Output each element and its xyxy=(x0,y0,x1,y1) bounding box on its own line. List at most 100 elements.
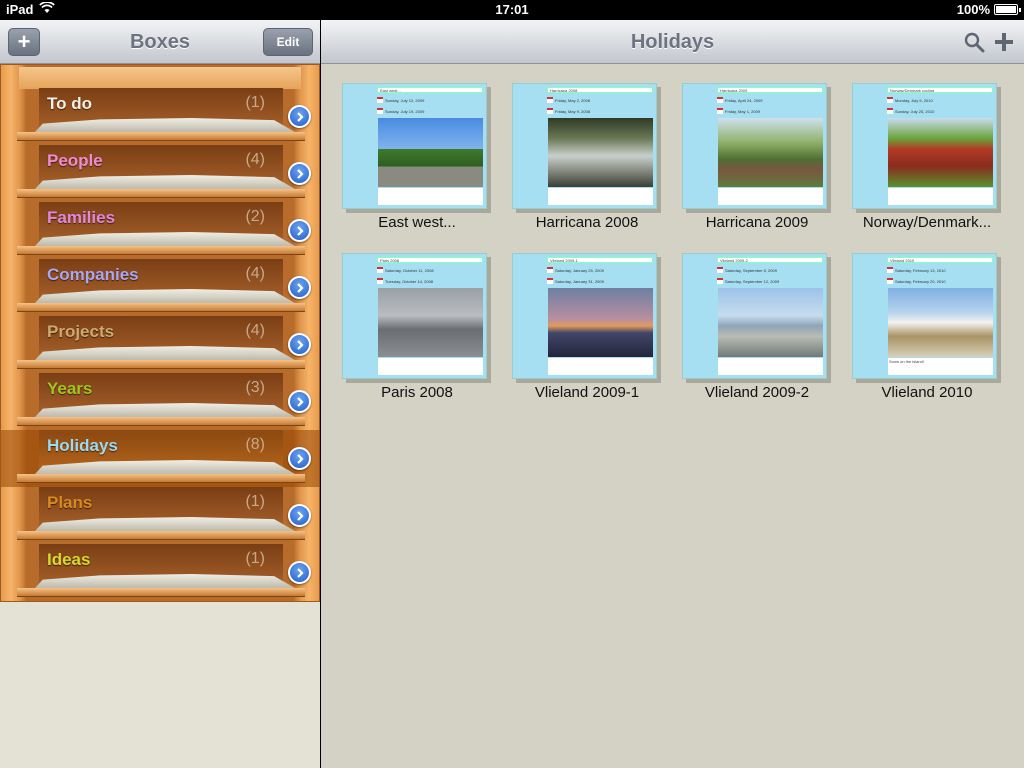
shelf-top xyxy=(19,67,301,89)
card-thumbnail: Paris 2008 Saturday, October 11, 2008 Tu… xyxy=(342,253,487,379)
box-row-projects[interactable]: Projects (4) xyxy=(1,316,321,373)
start-date-text: Saturday, September 5, 2009 xyxy=(725,267,777,273)
box-row-companies[interactable]: Companies (4) xyxy=(1,259,321,316)
calendar-icon xyxy=(717,97,723,103)
card-notes xyxy=(718,358,823,375)
box-label: Plans xyxy=(47,493,93,512)
holiday-card-6[interactable]: Vlieland 2009-1 Saturday, January 25, 20… xyxy=(491,234,657,401)
holiday-card-5[interactable]: Paris 2008 Saturday, October 11, 2008 Tu… xyxy=(321,234,487,401)
card-thumbnail: Vlieland 2009-1 Saturday, January 25, 20… xyxy=(512,253,657,379)
disclosure-button[interactable] xyxy=(288,390,311,413)
end-date-text: Friday, May 1, 2009 xyxy=(725,108,761,114)
box-label: People xyxy=(47,151,103,170)
end-date-text: Saturday, February 20, 2010 xyxy=(895,278,946,284)
box-count: (8) xyxy=(245,436,265,453)
battery-icon xyxy=(994,4,1021,15)
box-count: (3) xyxy=(245,379,265,396)
calendar-icon xyxy=(717,267,723,273)
status-bar: iPad 17:01 100% xyxy=(0,0,1024,20)
shelf-plank xyxy=(17,246,305,255)
box-row-ideas[interactable]: Ideas (1) xyxy=(1,544,321,601)
card-start-date: Friday, May 2, 2008 xyxy=(547,97,590,103)
calendar-icon xyxy=(547,108,553,114)
box-label: Years xyxy=(47,379,93,398)
card-end-date: Friday, May 1, 2009 xyxy=(717,108,760,114)
disclosure-button[interactable] xyxy=(288,447,311,470)
chevron-right-icon xyxy=(296,111,304,122)
calendar-icon xyxy=(717,108,723,114)
calendar-icon xyxy=(547,267,553,273)
start-date-text: Friday, April 24, 2009 xyxy=(725,97,763,103)
card-title-field: Harricana 2008 xyxy=(547,87,653,93)
add-card-button[interactable] xyxy=(992,30,1016,54)
card-end-date: Tuesday, October 14, 2008 xyxy=(377,278,433,284)
calendar-icon xyxy=(377,97,383,103)
holidays-pane: Holidays East west... Sunday, July 12, 2… xyxy=(321,20,1024,768)
disclosure-button[interactable] xyxy=(288,219,311,242)
box-count: (4) xyxy=(245,265,265,282)
chevron-right-icon xyxy=(296,225,304,236)
disclosure-button[interactable] xyxy=(288,276,311,299)
holiday-card-2[interactable]: Harricana 2008 Friday, May 2, 2008 Frida… xyxy=(491,64,657,231)
disclosure-button[interactable] xyxy=(288,105,311,128)
holidays-title: Holidays xyxy=(630,31,715,53)
box-row-plans[interactable]: Plans (1) xyxy=(1,487,321,544)
card-end-date: Saturday, February 20, 2010 xyxy=(887,278,946,284)
card-thumbnail: Harricana 2008 Friday, May 2, 2008 Frida… xyxy=(512,83,657,209)
card-end-date: Sunday, July 25, 2010 xyxy=(887,108,934,114)
box-row-years[interactable]: Years (3) xyxy=(1,373,321,430)
card-thumbnail: East west... Sunday, July 12, 2009 Sunda… xyxy=(342,83,487,209)
card-photo xyxy=(718,288,823,357)
start-date-text: Saturday, October 11, 2008 xyxy=(385,267,434,273)
box-row-holidays[interactable]: Holidays (8) xyxy=(1,430,321,487)
chevron-right-icon xyxy=(296,510,304,521)
box-count: (2) xyxy=(245,208,265,225)
card-title-field: Vlieland 2009-2 xyxy=(717,257,823,263)
box-label: Families xyxy=(47,208,116,227)
card-notes xyxy=(548,188,653,205)
holiday-card-1[interactable]: East west... Sunday, July 12, 2009 Sunda… xyxy=(321,64,487,231)
card-photo xyxy=(718,118,823,187)
holiday-card-7[interactable]: Vlieland 2009-2 Saturday, September 5, 2… xyxy=(661,234,827,401)
calendar-icon xyxy=(377,108,383,114)
edit-button[interactable]: Edit xyxy=(263,28,313,56)
start-date-text: Saturday, February 13, 2010 xyxy=(895,267,946,273)
card-notes xyxy=(378,358,483,375)
card-label: Norway/Denmark... xyxy=(862,214,992,231)
card-label: East west... xyxy=(378,214,456,231)
disclosure-button[interactable] xyxy=(288,162,311,185)
end-date-text: Saturday, January 31, 2009 xyxy=(555,278,604,284)
card-start-date: Saturday, January 25, 2009 xyxy=(547,267,604,273)
card-photo xyxy=(548,118,653,187)
holiday-card-8[interactable]: Vlieland 2010 Saturday, February 13, 201… xyxy=(831,234,997,401)
shelf-plank xyxy=(17,360,305,369)
holiday-card-4[interactable]: Norway/Denmark cycling Monday, July 5, 2… xyxy=(831,64,997,231)
card-notes xyxy=(718,188,823,205)
holiday-card-3[interactable]: Harricana 2009 Friday, April 24, 2009 Fr… xyxy=(661,64,827,231)
box-row-people[interactable]: People (4) xyxy=(1,145,321,202)
disclosure-button[interactable] xyxy=(288,561,311,584)
disclosure-button[interactable] xyxy=(288,504,311,527)
shelf-plank xyxy=(17,588,305,597)
box-label: Companies xyxy=(47,265,139,284)
box-row-families[interactable]: Families (2) xyxy=(1,202,321,259)
box-count: (4) xyxy=(245,322,265,339)
card-label: Paris 2008 xyxy=(381,384,453,401)
card-thumbnail: Norway/Denmark cycling Monday, July 5, 2… xyxy=(852,83,997,209)
calendar-icon xyxy=(547,97,553,103)
search-icon[interactable] xyxy=(962,30,986,54)
box-row-to-do[interactable]: To do (1) xyxy=(1,88,321,145)
plus-icon xyxy=(995,33,1013,51)
calendar-icon xyxy=(717,278,723,284)
chevron-right-icon xyxy=(296,168,304,179)
card-title-field: Norway/Denmark cycling xyxy=(887,87,993,93)
card-title-field: Harricana 2009 xyxy=(717,87,823,93)
disclosure-button[interactable] xyxy=(288,333,311,356)
box-count: (4) xyxy=(245,151,265,168)
start-date-text: Saturday, January 25, 2009 xyxy=(555,267,604,273)
card-notes xyxy=(548,358,653,375)
card-start-date: Monday, July 5, 2010 xyxy=(887,97,933,103)
chevron-right-icon xyxy=(296,339,304,350)
end-date-text: Saturday, September 12, 2009 xyxy=(725,278,780,284)
card-thumbnail: Vlieland 2009-2 Saturday, September 5, 2… xyxy=(682,253,827,379)
